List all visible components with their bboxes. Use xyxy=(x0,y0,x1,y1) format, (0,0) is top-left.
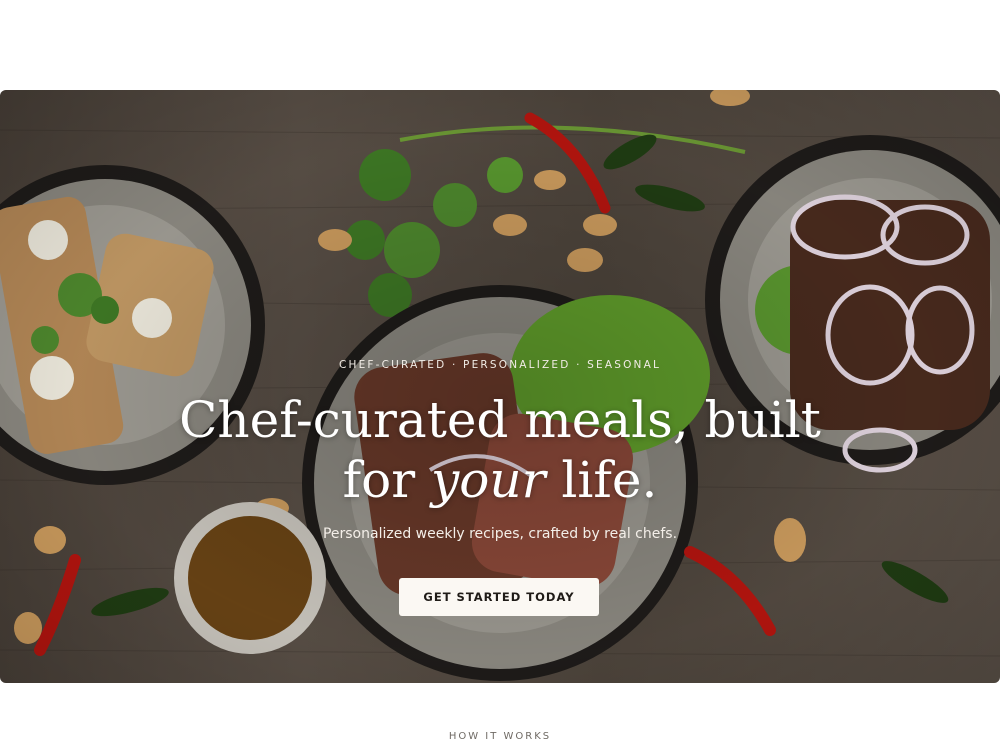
hero-headline: Chef-curated meals, built for your life. xyxy=(0,390,1000,510)
hero-banner: CHEF-CURATED · PERSONALIZED · SEASONAL C… xyxy=(0,90,1000,683)
headline-end: life. xyxy=(545,451,658,509)
headline-line-1: Chef-curated meals, built xyxy=(179,391,821,449)
hero-eyebrow: CHEF-CURATED · PERSONALIZED · SEASONAL xyxy=(338,359,662,371)
headline-emphasis: your xyxy=(431,451,546,509)
how-it-works-label: HOW IT WORKS xyxy=(448,731,552,742)
hero-subline: Personalized weekly recipes, crafted by … xyxy=(322,526,678,542)
headline-for: for xyxy=(342,451,432,509)
get-started-button[interactable]: GET STARTED TODAY xyxy=(399,578,599,616)
